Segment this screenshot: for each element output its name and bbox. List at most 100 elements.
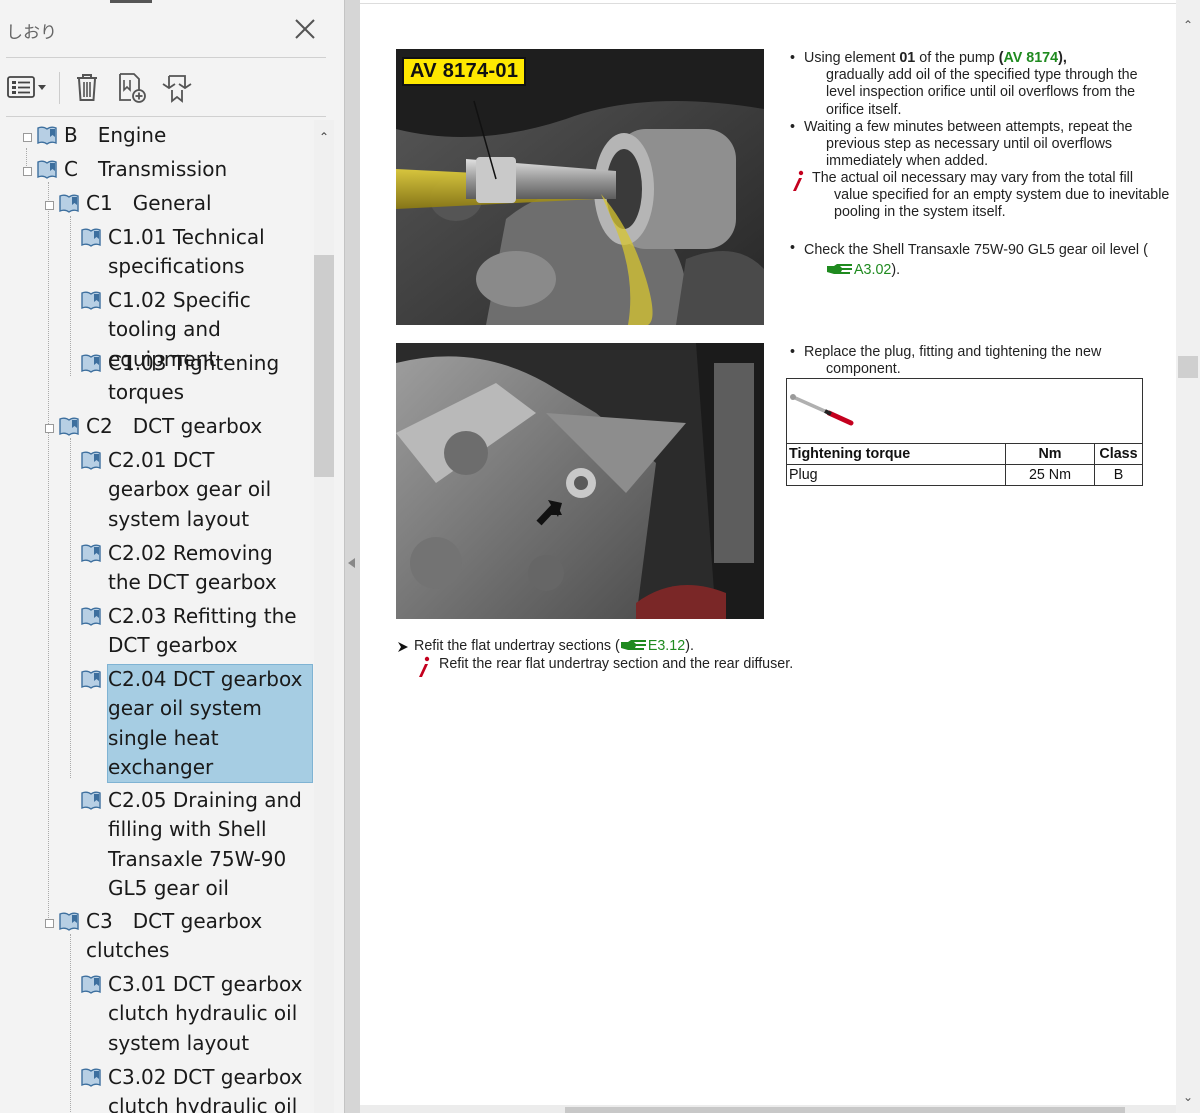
expand-bookmark-icon[interactable] bbox=[160, 70, 194, 104]
bookmark-c2-05[interactable]: C2.05 Draining and filling with Shell Tr… bbox=[80, 786, 304, 903]
bookmark-c2-dct-gearbox[interactable]: C2 DCT gearbox bbox=[58, 412, 308, 441]
document-scrollbar[interactable]: ⌃ ⌄ bbox=[1176, 0, 1200, 1113]
instruction-step: • Check the Shell Transaxle 75W-90 GL5 g… bbox=[790, 240, 1170, 280]
bookmark-c1-03[interactable]: C1.03 Tightening torques bbox=[80, 349, 312, 408]
scrollbar-thumb[interactable] bbox=[314, 255, 334, 477]
gearbox-photo-illustration bbox=[396, 343, 764, 619]
instruction-step: Refit the flat undertray sections (E3.12… bbox=[397, 638, 1157, 655]
bookmark-icon bbox=[59, 912, 79, 931]
torque-wrench-cell bbox=[786, 378, 1143, 444]
instruction-text: ). bbox=[891, 262, 901, 278]
bookmark-transmission[interactable]: C Transmission bbox=[36, 155, 306, 184]
instruction-text: Replace the plug, fitting and tightening… bbox=[804, 344, 1102, 378]
chevron-up-icon[interactable]: ⌃ bbox=[1183, 18, 1193, 32]
bookmark-label: C1 General bbox=[86, 191, 212, 215]
reference-hand-icon bbox=[620, 640, 646, 650]
info-note-icon bbox=[419, 656, 430, 677]
instruction-step: • Using element 01 of the pump (AV 8174)… bbox=[790, 50, 1170, 119]
bookmark-c2-01[interactable]: C2.01 DCT gearbox gear oil system layout bbox=[80, 446, 300, 534]
table-row: Plug 25 Nm B bbox=[786, 464, 1143, 486]
section-reference-link[interactable]: E3.12 bbox=[648, 638, 685, 654]
divider bbox=[6, 57, 326, 58]
bookmark-icon bbox=[81, 607, 101, 626]
chevron-down-icon[interactable]: ⌄ bbox=[1183, 1090, 1193, 1104]
new-bookmark-icon[interactable] bbox=[114, 70, 148, 104]
info-note: The actual oil necessary may vary from t… bbox=[790, 170, 1170, 222]
bookmark-c1-general[interactable]: C1 General bbox=[58, 189, 308, 218]
bookmark-icon bbox=[81, 791, 101, 810]
bookmark-c3-clutches[interactable]: C3 DCT gearbox clutches bbox=[58, 907, 290, 966]
bookmark-label: C2.03 Refitting the DCT gearbox bbox=[108, 604, 297, 658]
arrow-bullet-icon bbox=[398, 642, 408, 652]
tool-code-label: AV 8174-01 bbox=[402, 57, 527, 86]
bookmarks-toolbar bbox=[0, 62, 330, 112]
bookmarks-title: しおり bbox=[6, 23, 57, 43]
bookmark-c3-01[interactable]: C3.01 DCT gearbox clutch hydraulic oil s… bbox=[80, 970, 304, 1058]
info-note-icon bbox=[793, 170, 804, 191]
table-header: Nm bbox=[1005, 443, 1095, 465]
expand-toggle[interactable] bbox=[45, 919, 54, 928]
divider bbox=[6, 116, 326, 117]
bookmark-icon bbox=[81, 670, 101, 689]
bookmark-icon bbox=[81, 228, 101, 247]
bookmarks-header: しおり bbox=[0, 0, 330, 58]
tree-guide bbox=[70, 216, 71, 376]
table-cell: B bbox=[1094, 464, 1143, 486]
bookmark-engine[interactable]: B Engine bbox=[36, 121, 306, 150]
bookmark-c3-02[interactable]: C3.02 DCT gearbox clutch hydraulic oil bbox=[80, 1063, 304, 1113]
expand-toggle[interactable] bbox=[23, 167, 32, 176]
photo-plug-location bbox=[396, 343, 764, 619]
expand-toggle[interactable] bbox=[23, 133, 32, 142]
bullet-icon: • bbox=[790, 344, 796, 360]
bookmark-c2-04-selected[interactable]: C2.04 DCT gearbox gear oil system single… bbox=[80, 663, 313, 784]
collapse-panel-icon[interactable] bbox=[348, 558, 355, 568]
instruction-text: Using element bbox=[804, 50, 900, 66]
close-icon[interactable] bbox=[292, 16, 318, 42]
options-menu-icon[interactable] bbox=[6, 70, 50, 104]
table-header: Class bbox=[1094, 443, 1143, 465]
table-cell: 25 Nm bbox=[1005, 464, 1095, 486]
bookmark-c1-01[interactable]: C1.01 Technical specifications bbox=[80, 223, 312, 282]
bookmark-icon bbox=[59, 194, 79, 213]
bookmark-label: C2.01 DCT gearbox gear oil system layout bbox=[108, 448, 272, 531]
bookmarks-panel: しおり B Engine C Transmission C1 General C… bbox=[0, 0, 344, 1113]
delete-icon[interactable] bbox=[70, 70, 104, 104]
bookmark-label: C3.01 DCT gearbox clutch hydraulic oil s… bbox=[108, 972, 303, 1055]
bookmark-label: B Engine bbox=[64, 123, 167, 147]
instruction-step: • Waiting a few minutes between attempts… bbox=[790, 119, 1170, 171]
expand-toggle[interactable] bbox=[45, 201, 54, 210]
bookmark-label: C2.04 DCT gearbox gear oil system single… bbox=[107, 663, 313, 784]
note-text: The actual oil necessary may vary from t… bbox=[812, 170, 1170, 221]
bookmark-icon bbox=[81, 354, 101, 373]
document-page: AV 8174-01 • Using element 01 of the pum… bbox=[360, 0, 1176, 1113]
bookmark-icon bbox=[81, 451, 101, 470]
tree-guide bbox=[70, 438, 71, 778]
panel-splitter[interactable] bbox=[344, 0, 360, 1113]
bullet-icon: • bbox=[790, 119, 796, 135]
bookmark-label: C Transmission bbox=[64, 157, 228, 181]
bookmark-icon bbox=[81, 291, 101, 310]
scrollbar-thumb[interactable] bbox=[1178, 356, 1198, 378]
bookmark-label: C2 DCT gearbox bbox=[86, 414, 263, 438]
bookmark-tree: B Engine C Transmission C1 General C1.01… bbox=[0, 120, 314, 1113]
instruction-text: gradually add oil of the specified type … bbox=[826, 67, 1138, 118]
chevron-up-icon[interactable]: ⌃ bbox=[319, 130, 329, 144]
bookmark-label: C3.02 DCT gearbox clutch hydraulic oil bbox=[108, 1065, 303, 1113]
tool-reference-link[interactable]: AV 8174 bbox=[1003, 50, 1058, 66]
section-reference-link[interactable]: A3.02 bbox=[854, 262, 891, 278]
bullet-icon: • bbox=[790, 50, 796, 66]
bookmark-c2-03[interactable]: C2.03 Refitting the DCT gearbox bbox=[80, 602, 304, 661]
instruction-text: ). bbox=[685, 638, 694, 654]
expand-toggle[interactable] bbox=[45, 424, 54, 433]
bookmarks-scrollbar[interactable]: ⌃ bbox=[314, 120, 334, 1113]
photo-oil-filling: AV 8174-01 bbox=[396, 49, 764, 325]
element-number: 01 bbox=[899, 50, 916, 66]
bookmark-c2-02[interactable]: C2.02 Removing the DCT gearbox bbox=[80, 539, 304, 598]
instruction-step: • Replace the plug, fitting and tighteni… bbox=[790, 344, 1170, 378]
scrollbar-thumb[interactable] bbox=[565, 1107, 1125, 1113]
table-cell: Plug bbox=[786, 464, 1006, 486]
bookmark-label: C3 DCT gearbox clutches bbox=[86, 909, 263, 963]
bookmark-label: C2.02 Removing the DCT gearbox bbox=[108, 541, 277, 595]
torque-table: Tightening torque Nm Class Plug 25 Nm B bbox=[786, 378, 1143, 486]
instruction-text: ), bbox=[1058, 50, 1067, 66]
